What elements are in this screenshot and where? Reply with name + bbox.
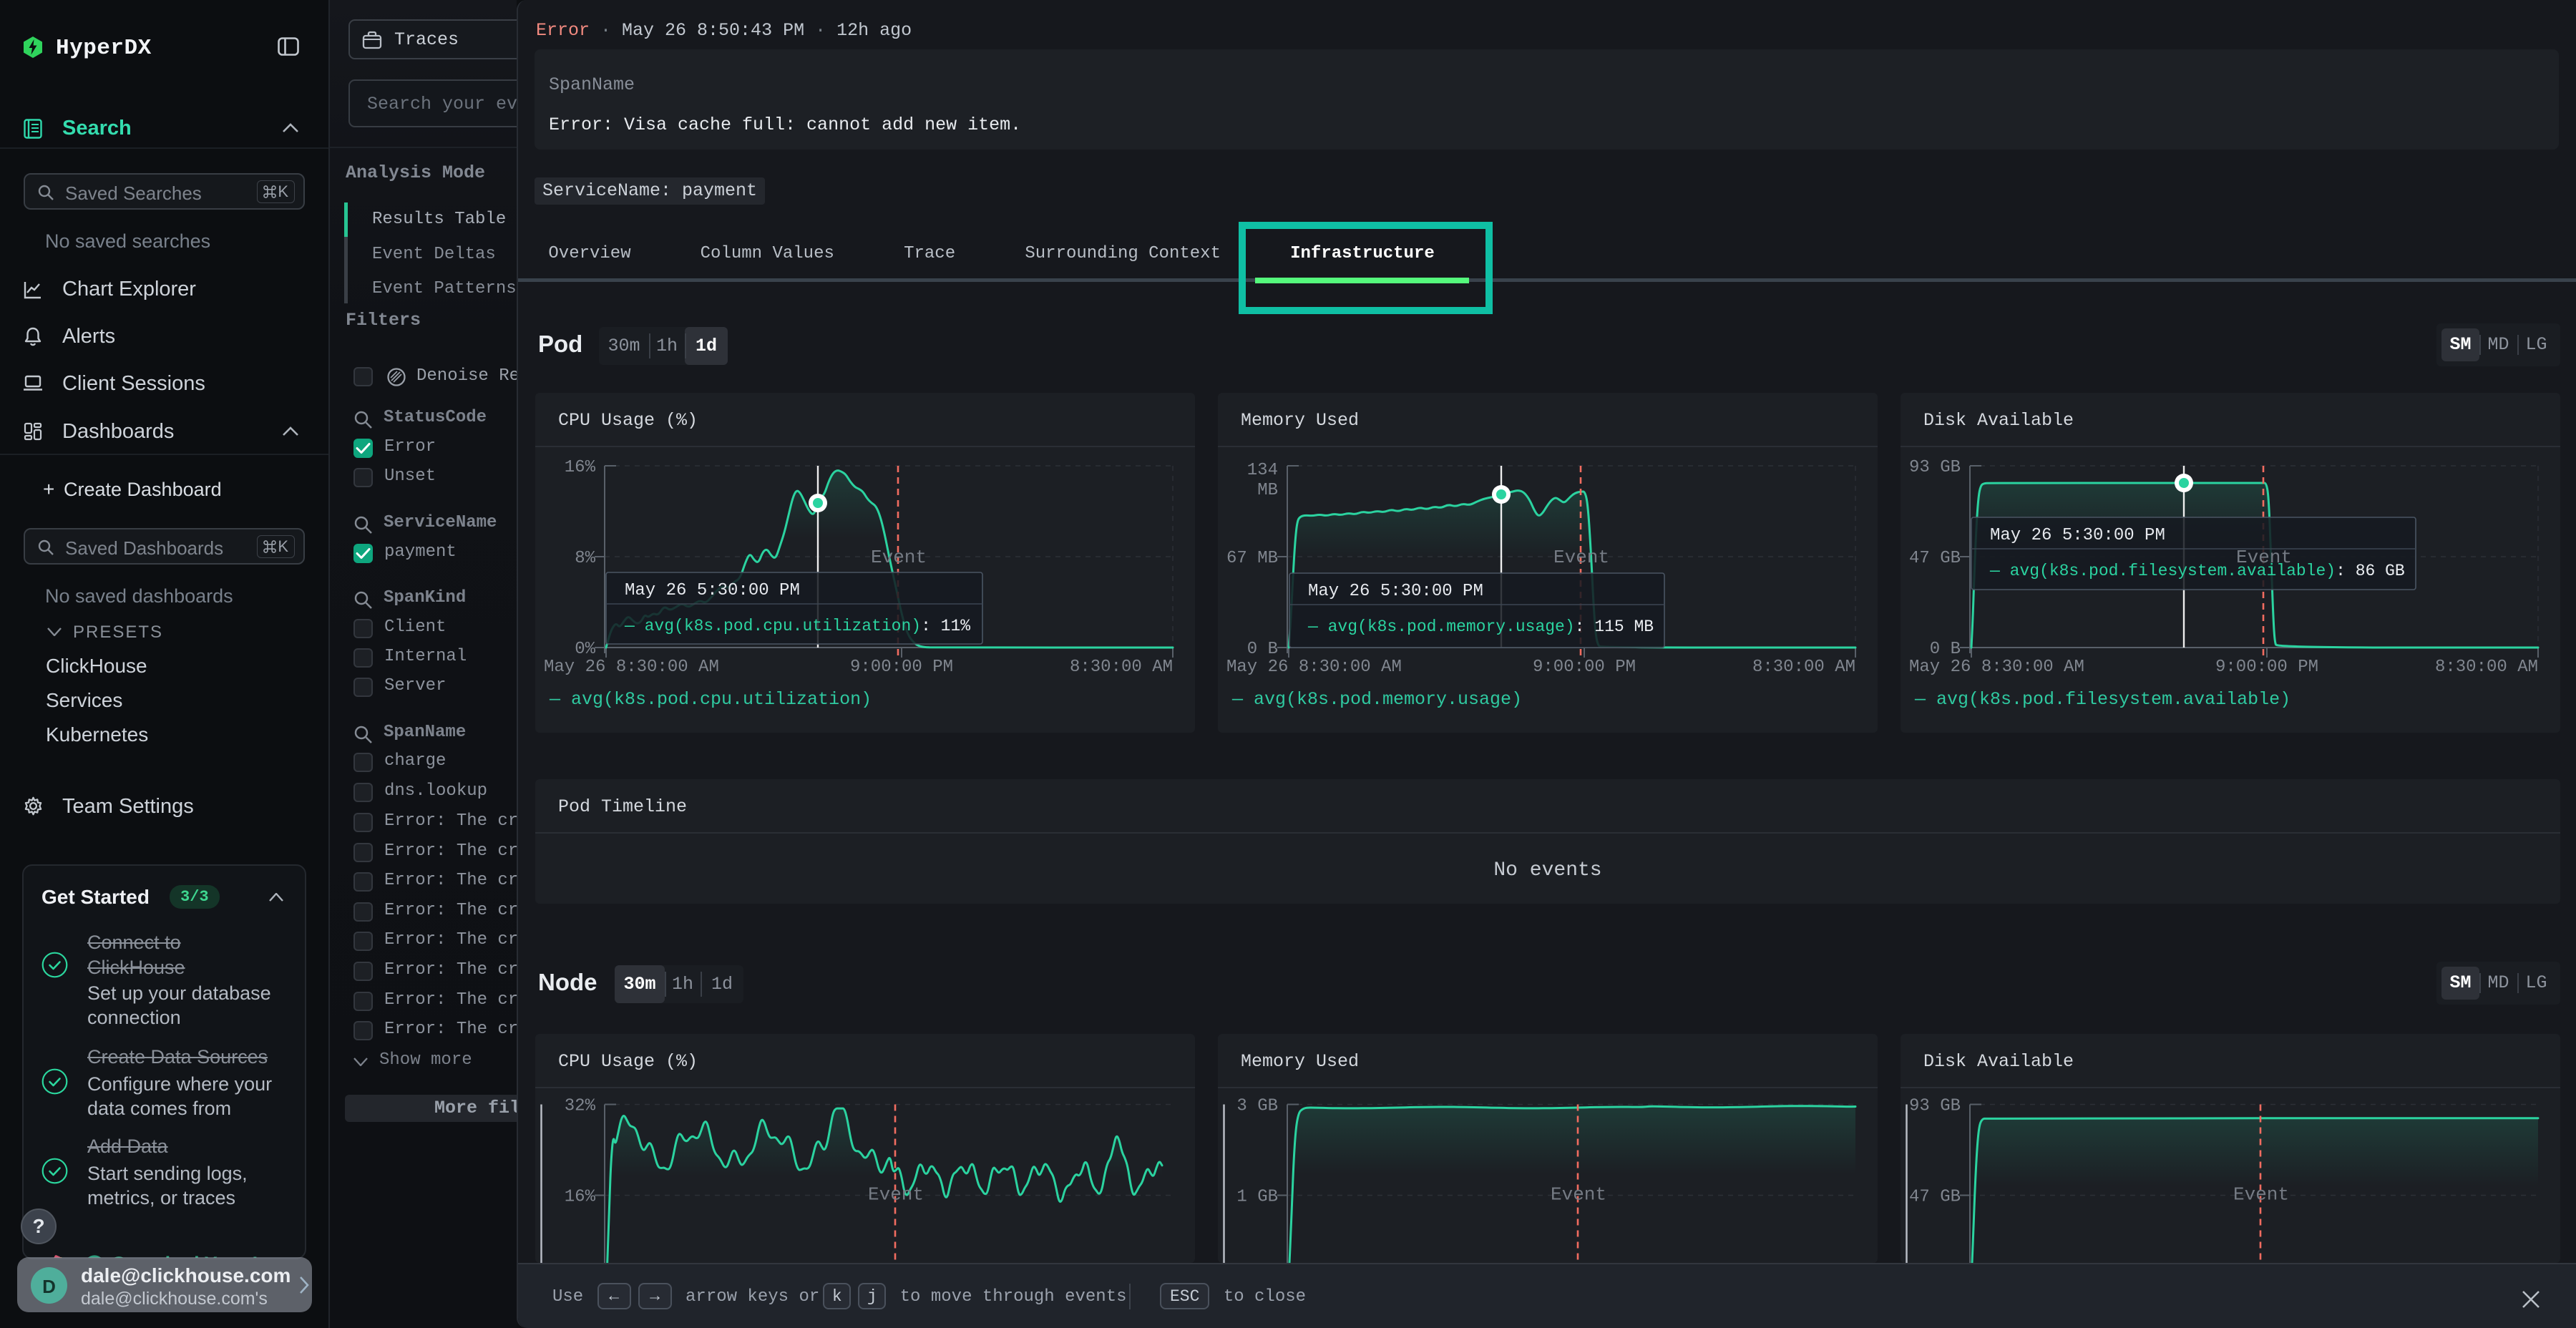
svg-text:Event: Event — [1553, 547, 1609, 568]
svg-text:8%: 8% — [575, 549, 595, 568]
svg-text:93 GB: 93 GB — [1909, 458, 1961, 477]
svg-text:8:30:00 AM: 8:30:00 AM — [1752, 658, 1855, 677]
svg-text:Event: Event — [2233, 1184, 2289, 1206]
svg-text:32%: 32% — [565, 1097, 596, 1116]
svg-text:47 GB: 47 GB — [1909, 549, 1961, 568]
svg-text:9:00:00 PM: 9:00:00 PM — [2215, 658, 2318, 677]
svg-text:— avg(k8s.pod.filesystem.avail: — avg(k8s.pod.filesystem.available): 86 … — [1989, 562, 2405, 580]
svg-text:May 26 8:30:00 AM: May 26 8:30:00 AM — [1226, 658, 1402, 677]
svg-text:Event: Event — [871, 547, 927, 568]
svg-text:47 GB: 47 GB — [1909, 1188, 1961, 1207]
svg-text:MB: MB — [1257, 481, 1278, 500]
svg-text:93 GB: 93 GB — [1909, 1097, 1961, 1116]
svg-text:Event: Event — [1551, 1184, 1606, 1206]
svg-text:1 GB: 1 GB — [1236, 1188, 1278, 1207]
svg-text:3 GB: 3 GB — [1236, 1097, 1278, 1116]
svg-text:134: 134 — [1247, 461, 1278, 480]
svg-text:Event: Event — [868, 1184, 924, 1206]
svg-text:16%: 16% — [565, 1188, 596, 1207]
svg-text:9:00:00 PM: 9:00:00 PM — [1533, 658, 1636, 677]
svg-text:— avg(k8s.pod.cpu.utilization): — avg(k8s.pod.cpu.utilization): 11% — [624, 617, 970, 635]
svg-text:16%: 16% — [565, 458, 596, 477]
svg-text:0%: 0% — [575, 640, 595, 659]
svg-text:67 MB: 67 MB — [1226, 549, 1278, 568]
svg-text:0 B: 0 B — [1247, 640, 1278, 659]
svg-text:May 26 8:30:00 AM: May 26 8:30:00 AM — [1909, 658, 2084, 677]
svg-text:9:00:00 PM: 9:00:00 PM — [850, 658, 953, 677]
svg-text:May 26 8:30:00 AM: May 26 8:30:00 AM — [544, 658, 719, 677]
svg-text:0 B: 0 B — [1930, 640, 1961, 659]
svg-text:— avg(k8s.pod.memory.usage): 1: — avg(k8s.pod.memory.usage): 115 MB — [1307, 617, 1654, 636]
svg-text:May 26 5:30:00 PM: May 26 5:30:00 PM — [1990, 526, 2165, 545]
svg-text:May 26 5:30:00 PM: May 26 5:30:00 PM — [625, 581, 800, 600]
svg-text:8:30:00 AM: 8:30:00 AM — [1070, 658, 1173, 677]
svg-text:8:30:00 AM: 8:30:00 AM — [2435, 658, 2538, 677]
svg-text:May 26 5:30:00 PM: May 26 5:30:00 PM — [1308, 582, 1483, 601]
